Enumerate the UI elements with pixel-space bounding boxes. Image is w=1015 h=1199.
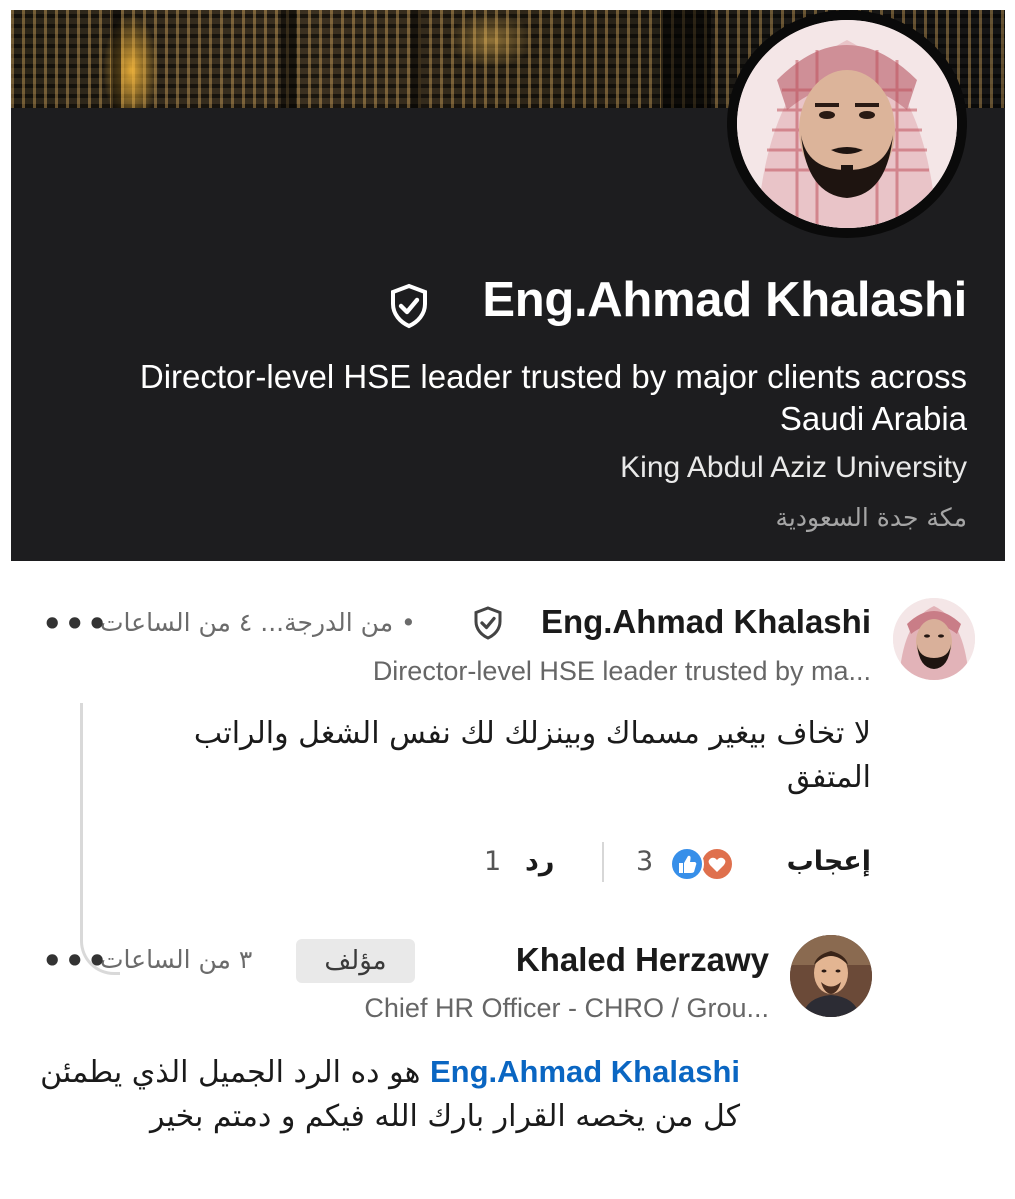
love-reaction-icon xyxy=(700,847,734,881)
action-divider xyxy=(602,842,604,882)
comment-actions: إعجاب 3 رد 1 xyxy=(111,842,871,886)
profile-education: King Abdul Aziz University xyxy=(620,451,967,484)
verified-shield-icon xyxy=(474,606,502,640)
avatar-photo xyxy=(790,935,872,1017)
reply-button[interactable]: رد xyxy=(525,846,554,877)
reply-author-name[interactable]: Khaled Herzawy xyxy=(516,941,769,979)
reply-text: Eng.Ahmad Khalashi هو ده الرد الجميل الذ… xyxy=(40,1050,740,1139)
comment-author-avatar[interactable] xyxy=(893,598,975,680)
reply-count[interactable]: 1 xyxy=(484,846,501,877)
like-reaction-icon xyxy=(670,847,704,881)
mention-link[interactable]: Eng.Ahmad Khalashi xyxy=(430,1054,740,1089)
profile-headline: Director-level HSE leader trusted by maj… xyxy=(139,358,967,437)
more-options-button[interactable]: ••• xyxy=(42,608,109,640)
profile-name[interactable]: Eng.Ahmad Khalashi xyxy=(482,272,967,328)
author-badge: مؤلف xyxy=(296,939,415,983)
reaction-icons[interactable] xyxy=(669,846,737,882)
profile-hover-card[interactable]: Eng.Ahmad Khalashi Director-level HSE le… xyxy=(11,10,1005,561)
profile-avatar[interactable] xyxy=(727,10,967,238)
avatar-photo xyxy=(893,598,975,680)
like-button[interactable]: إعجاب xyxy=(787,846,871,877)
comment-author-name[interactable]: Eng.Ahmad Khalashi xyxy=(541,603,871,641)
reply-time: ٣ من الساعات xyxy=(100,945,253,974)
reply-author-avatar[interactable] xyxy=(790,935,872,1017)
comment-text: لا تخاف بيغير مسماك وبينزلك لك نفس الشغل… xyxy=(193,716,871,795)
comment-meta: • من الدرجة... ٤ من الساعات xyxy=(100,608,416,637)
comment-degree: • من الدرجة... xyxy=(260,608,416,637)
reply-author-headline: Chief HR Officer - CHRO / Grou... xyxy=(364,993,769,1023)
more-options-button[interactable]: ••• xyxy=(42,945,109,977)
profile-location: مكة جدة السعودية xyxy=(775,503,967,532)
comment-time: ٤ من الساعات xyxy=(100,608,253,637)
verified-shield-icon[interactable] xyxy=(385,282,433,330)
comment-author-headline: Director-level HSE leader trusted by ma.… xyxy=(372,656,871,686)
avatar-photo xyxy=(737,20,957,228)
like-count: 3 xyxy=(636,846,654,877)
